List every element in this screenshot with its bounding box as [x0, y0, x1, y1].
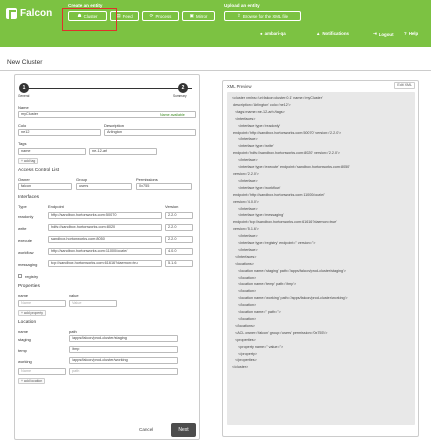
- cluster-form: 1 2 General Summary Name myCluster Name …: [14, 74, 200, 440]
- wizard-progress-line: [26, 88, 192, 89]
- write-endpoint-field[interactable]: hdfs://sandbox.hortonworks.com:8020: [48, 224, 162, 231]
- help-label: Help: [408, 31, 419, 36]
- app-name: Falcon: [20, 7, 53, 19]
- mirror-button-label: Mirror: [195, 13, 208, 19]
- location-title: Location: [18, 320, 37, 325]
- type-column-header: Type: [18, 204, 27, 209]
- location-name: working: [18, 359, 32, 364]
- tag-key-field[interactable]: name: [18, 148, 86, 155]
- page-title: New Cluster: [7, 59, 43, 66]
- process-icon: ⟳: [149, 13, 154, 18]
- colo-label: Colo: [18, 123, 27, 128]
- owner-label: Owner: [18, 177, 30, 182]
- cancel-button[interactable]: Cancel: [139, 427, 153, 432]
- upload-entity-label: Upload an entity: [224, 3, 260, 8]
- property-value-label: value: [69, 293, 79, 298]
- working-path-field[interactable]: /apps/falcon/prod-cluster/working: [69, 357, 178, 364]
- browse-xml-label: Browse for the XML file: [242, 13, 289, 19]
- divider: [0, 70, 431, 71]
- name-available-hint: Name available: [160, 113, 185, 117]
- cluster-highlight-box: [62, 8, 117, 31]
- properties-title: Properties: [18, 284, 40, 289]
- description-field[interactable]: Arlington: [104, 129, 196, 136]
- workflow-endpoint-field[interactable]: http://sandbox.hortonworks.com:11000/ooz…: [48, 248, 162, 255]
- browse-xml-button[interactable]: ⇪ Browse for the XML file: [224, 11, 301, 21]
- mirror-icon: ▣: [189, 13, 194, 18]
- upload-icon: ⇪: [236, 13, 241, 18]
- interfaces-title: Interfaces: [18, 195, 40, 200]
- permissions-label: Permissions: [136, 177, 158, 182]
- staging-path-field[interactable]: /apps/falcon/prod-cluster/staging: [69, 335, 178, 342]
- readonly-endpoint-field[interactable]: hftp://sandbox.hortonworks.com:50070: [48, 212, 162, 219]
- user-menu[interactable]: ● ambari-qa: [260, 31, 286, 36]
- logout-label: Logout: [378, 31, 394, 37]
- tags-label: Tags: [18, 141, 27, 146]
- group-label: Group: [76, 177, 88, 182]
- readonly-version-field[interactable]: 2.2.0: [165, 212, 193, 219]
- location-path-label: path: [69, 329, 77, 334]
- version-column-header: Version: [165, 204, 179, 209]
- interface-type: workflow: [18, 250, 34, 255]
- notifications-label: Notifications: [322, 31, 349, 36]
- tag-value-field[interactable]: ne-12-arl: [89, 148, 157, 155]
- messaging-endpoint-field[interactable]: tcp://sandbox.hortonworks.com:61616?daem…: [48, 260, 162, 267]
- interface-type: readonly: [18, 214, 34, 219]
- interface-type: execute: [18, 238, 33, 243]
- next-button[interactable]: Next: [171, 423, 196, 437]
- endpoint-column-header: Endpoint: [48, 204, 64, 209]
- workflow-version-field[interactable]: 4.0.0: [165, 248, 193, 255]
- location-name-label: name: [18, 329, 29, 334]
- execute-endpoint-field[interactable]: sandbox.hortonworks.com:8050: [48, 236, 162, 243]
- mirror-button[interactable]: ▣ Mirror: [182, 11, 215, 21]
- location-name: staging: [18, 337, 31, 342]
- execute-version-field[interactable]: 2.2.0: [165, 236, 193, 243]
- interface-type: write: [18, 226, 27, 231]
- step-general[interactable]: 1: [19, 83, 29, 93]
- step-summary[interactable]: 2: [178, 83, 188, 93]
- bell-icon: ▲: [316, 31, 321, 36]
- xml-preview-panel: XML Preview Edit XML <cluster xmlns='uri…: [222, 80, 419, 437]
- add-tag-button[interactable]: + add tag: [18, 158, 39, 164]
- help-link[interactable]: ? Help: [404, 31, 418, 36]
- add-location-button[interactable]: + add location: [18, 378, 46, 384]
- notifications-link[interactable]: ▲ Notifications: [316, 31, 349, 36]
- registry-label: registry: [25, 274, 39, 279]
- write-version-field[interactable]: 2.2.0: [165, 224, 193, 231]
- falcon-logo[interactable]: Falcon: [6, 6, 52, 20]
- user-icon: ●: [260, 31, 263, 36]
- logout-link[interactable]: ⇥ Logout: [373, 31, 394, 37]
- xml-preview-title: XML Preview: [227, 84, 252, 89]
- owner-field[interactable]: falcon: [18, 183, 72, 190]
- add-property-button[interactable]: + add property: [18, 310, 46, 316]
- step-summary-label: Summary: [173, 94, 187, 98]
- logout-icon: ⇥: [373, 31, 377, 36]
- location-name: temp: [18, 348, 27, 353]
- permissions-field[interactable]: 0x755: [136, 183, 192, 190]
- help-icon: ?: [404, 31, 407, 36]
- messaging-version-field[interactable]: 5.1.6: [165, 260, 193, 267]
- location-path-field[interactable]: path: [69, 368, 178, 375]
- feed-button-label: Feed: [122, 13, 133, 19]
- process-button[interactable]: ⟳ Process: [142, 11, 179, 21]
- edit-xml-button[interactable]: Edit XML: [394, 82, 415, 89]
- name-label: Name: [18, 105, 29, 110]
- registry-checkbox[interactable]: [18, 274, 22, 278]
- property-name-label: name: [18, 293, 29, 298]
- user-name: ambari-qa: [264, 31, 286, 36]
- step-general-label: General: [18, 94, 30, 98]
- colo-field[interactable]: ne12: [18, 129, 101, 136]
- temp-path-field[interactable]: /tmp: [69, 346, 178, 353]
- interface-type: messaging: [18, 262, 38, 267]
- property-name-field[interactable]: Name: [18, 300, 66, 307]
- process-button-label: Process: [155, 13, 172, 19]
- location-name-field[interactable]: Name: [18, 368, 66, 375]
- group-field[interactable]: users: [76, 183, 132, 190]
- falcon-logo-icon: [6, 7, 17, 19]
- property-value-field[interactable]: Value: [69, 300, 117, 307]
- description-label: Description: [104, 123, 125, 128]
- acl-title: Access Control List: [18, 168, 60, 173]
- xml-preview-text: <cluster xmlns='uri:falcon:cluster:0.1' …: [227, 92, 415, 425]
